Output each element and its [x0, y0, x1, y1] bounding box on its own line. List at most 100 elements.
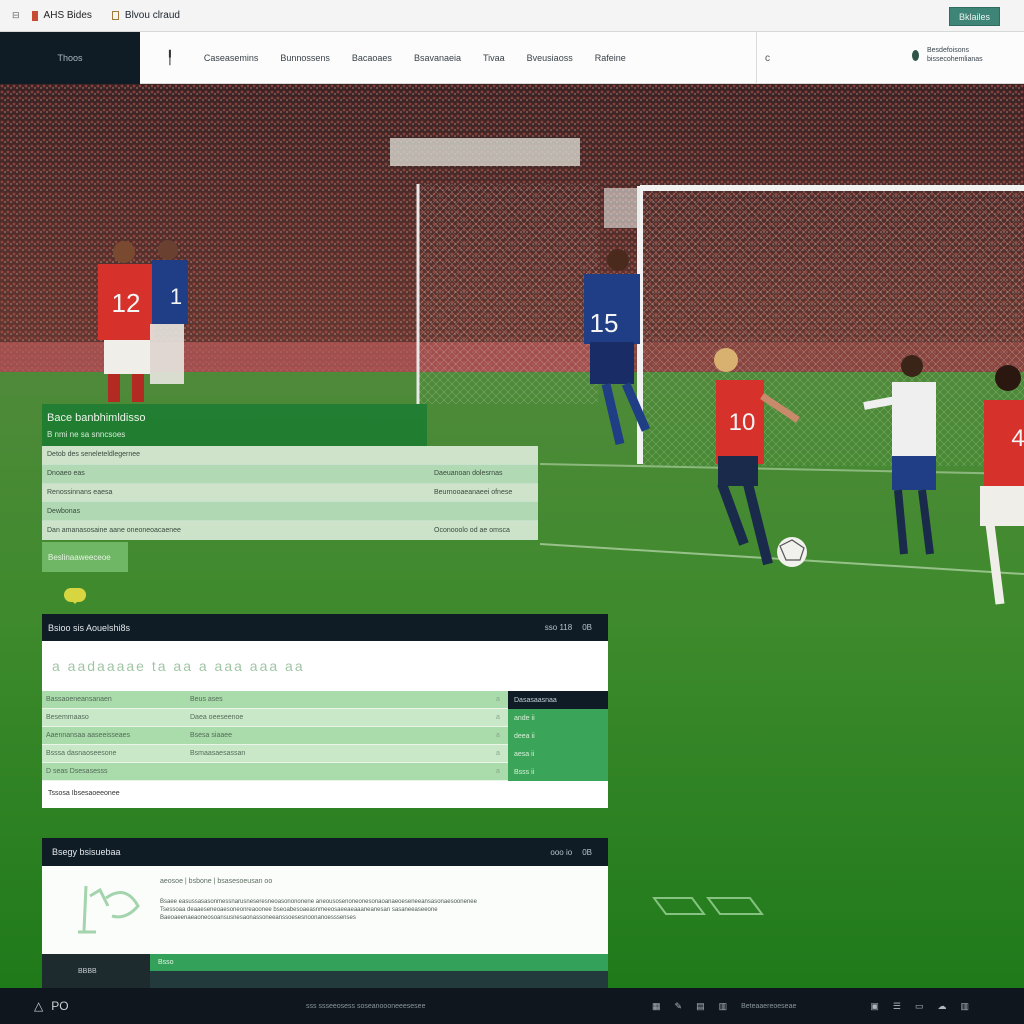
news-meta-1: ooo io: [550, 847, 573, 857]
pin-icon[interactable]: ╿: [166, 50, 174, 66]
browser-tab-title: AHS Bides: [43, 10, 92, 21]
user-line-2: bissecohemlianas: [927, 56, 983, 63]
svg-text:4: 4: [1011, 425, 1024, 452]
tray-monitor-icon[interactable]: ▭: [915, 1001, 924, 1012]
standings-row-left: Detob des seneleteldlegernee: [47, 451, 141, 459]
svg-text:12: 12: [112, 288, 141, 318]
news-panel: Bsegy bsisuebaa ooo io 0B aeosoe | bsbon…: [42, 838, 608, 988]
table-row[interactable]: Aaennansaa aaseeisseaes Bsesa siaaee a d…: [42, 727, 608, 745]
player-blue-1: 1: [150, 240, 188, 384]
results-panel: Bsioo sis Aouelshi8s sso 118 0B a aadaaa…: [42, 614, 608, 808]
standings-row[interactable]: Detob des seneleteldlegernee: [42, 446, 538, 465]
standings-row-left: Dewbonas: [47, 507, 81, 515]
nav-link-2[interactable]: Bunnossens: [280, 53, 330, 63]
browser-tab-secondary[interactable]: Blvou clraud: [111, 10, 180, 21]
news-metaline: aeosoe | bsbone | bsasesoeusan oo: [160, 878, 273, 885]
standings-table: Detob des seneleteldlegernee Dnoaeo eas …: [42, 446, 538, 540]
site-navigation: Thoos ╿ Caseasemins Bunnossens Bacaoaes …: [0, 32, 1024, 84]
nav-link-4[interactable]: Bsavanaeia: [414, 53, 461, 63]
standings-more-button[interactable]: Beslinaaweeceoe: [42, 542, 128, 572]
user-text: Besdefoisons bissecohemlianas: [927, 46, 983, 64]
news-bar-fill: [150, 971, 608, 988]
brand-logo[interactable]: Thoos: [0, 32, 140, 84]
tray-label: Beteaaereoeseae: [741, 1002, 797, 1010]
tray-calendar-icon[interactable]: ▤: [696, 1001, 705, 1012]
news-bar-right[interactable]: Bsso: [150, 954, 608, 971]
standings-subtitle: B nmi ne sa snncsoes: [47, 430, 126, 439]
tray-list-icon[interactable]: ☰: [893, 1001, 901, 1012]
tray-window-icon[interactable]: ▣: [870, 1001, 879, 1012]
news-body[interactable]: aeosoe | bsbone | bsasesoeusan oo Bsaee …: [42, 866, 608, 954]
results-cell-d: aesa ii: [508, 745, 608, 763]
nav-link-5[interactable]: Tivaa: [483, 53, 505, 63]
standings-row-right: Oconooolo od ae omsca: [434, 526, 510, 534]
results-cell-b: Beus ases: [190, 696, 223, 703]
chat-bubble-icon[interactable]: [64, 588, 86, 604]
tray-grid-icon[interactable]: ▦: [652, 1001, 661, 1012]
standings-row-left: Dnoaeo eas: [47, 470, 85, 478]
results-cell-a: Besemmaaso: [46, 714, 89, 721]
results-cell-a: D seas Dsesasesss: [46, 768, 108, 775]
results-footer[interactable]: Tssosa Ibsesaoeeonee: [42, 781, 608, 805]
browser-tab2-title: Blvou clraud: [124, 10, 180, 21]
results-cell-b: Bsmaasaesassan: [190, 750, 246, 757]
system-tray: ▦ ✎ ▤ ▥ Beteaaereoeseae ▣ ☰ ▭ ☁ ▥: [652, 1001, 969, 1012]
news-meta-2[interactable]: 0B: [582, 848, 592, 857]
standings-panel-header: Bace banbhimldisso B nmi ne sa snncsoes: [42, 404, 427, 446]
results-cell-d: ande ii: [508, 709, 608, 727]
user-avatar-icon: [912, 49, 919, 61]
browser-tab-primary[interactable]: AHS Bides: [31, 10, 92, 21]
news-bar-right-wrap: Bsso: [150, 954, 608, 988]
header-cta-button[interactable]: Bklailes: [948, 7, 1000, 26]
standings-row[interactable]: Renossinnans eaesa Beurnooaeanaeei ofnes…: [42, 484, 538, 503]
results-cell-a: Bassaoeneansanaen: [46, 696, 112, 703]
results-cell-c: a: [496, 696, 500, 703]
window-menu-icon[interactable]: ⊟: [12, 10, 20, 21]
svg-text:1: 1: [170, 284, 182, 309]
taskbar-left: △ PO: [34, 999, 69, 1013]
browser-top-bar: ⊟ AHS Bides Blvou clraud Bklailes: [0, 0, 1024, 32]
standings-title: Bace banbhimldisso: [47, 412, 146, 424]
site-favicon-icon: [31, 10, 38, 21]
nav-link-7[interactable]: Rafeine: [595, 53, 626, 63]
table-row[interactable]: Bsssa dasnaoseesone Bsmaasaesassan a aes…: [42, 745, 608, 763]
tray-pen-icon[interactable]: ✎: [675, 1001, 683, 1012]
tray-table-icon[interactable]: ▥: [719, 1001, 728, 1012]
table-row[interactable]: Bassaoeneansanaen Beus ases a Dasasaasna…: [42, 691, 608, 709]
nav-link-1[interactable]: Caseasemins: [204, 53, 259, 63]
results-cell-c: a: [496, 750, 500, 757]
news-text: Bsaee easussasasonmessnarusneseresneoaso…: [160, 899, 477, 921]
standings-row[interactable]: Dan amanasosaine aane oneoneoacaenee Oco…: [42, 521, 538, 540]
results-table: Bassaoeneansanaen Beus ases a Dasasaasna…: [42, 691, 608, 781]
results-meta-2[interactable]: 0B: [582, 623, 592, 632]
results-title: Bsioo sis Aouelshi8s: [48, 622, 131, 633]
news-title: Bsegy bsisuebaa: [52, 847, 121, 857]
home-icon[interactable]: △: [34, 999, 43, 1013]
user-menu[interactable]: Besdefoisons bissecohemlianas: [912, 46, 983, 64]
nav-link-6[interactable]: Bveusiaoss: [527, 53, 573, 63]
search-glyph: c: [765, 52, 770, 64]
results-cell-c: a: [496, 714, 500, 721]
tray-cloud-icon[interactable]: ☁: [937, 1001, 946, 1012]
standings-row[interactable]: Dnoaeo eas Daeuanoan dolesrnas: [42, 464, 538, 484]
bottom-taskbar: △ PO sss ssseeosess soseanoooneeesesee ▦…: [0, 988, 1024, 1024]
svg-text:15: 15: [590, 308, 619, 338]
results-cell-d: deea ii: [508, 727, 608, 745]
results-meta-1: sso 118: [544, 623, 573, 632]
nav-link-3[interactable]: Bacaoaes: [352, 53, 392, 63]
results-header-cell: Dasasaasnaa: [508, 691, 608, 709]
results-cell-c: a: [496, 732, 500, 739]
news-bar: BBBB Bsso: [42, 954, 608, 988]
news-bar-left[interactable]: BBBB: [42, 954, 150, 988]
news-header: Bsegy bsisuebaa ooo io 0B: [42, 838, 608, 866]
page-favicon-icon: [111, 11, 119, 20]
main-nav-bar: ╿ Caseasemins Bunnossens Bacaoaes Bsavan…: [140, 32, 1024, 84]
standings-row-left: Dan amanasosaine aane oneoneoacaenee: [47, 526, 181, 534]
app-glyph[interactable]: PO: [51, 999, 68, 1013]
user-line-1: Besdefoisons: [927, 47, 970, 54]
tray-bell-icon[interactable]: ▥: [960, 1001, 969, 1012]
table-row[interactable]: D seas Dsesasesss a Bsss ii: [42, 763, 608, 781]
table-row[interactable]: Besemmaaso Daea oeeseenoe a ande ii: [42, 709, 608, 727]
svg-text:10: 10: [729, 409, 756, 436]
standings-row[interactable]: Dewbonas: [42, 502, 538, 522]
